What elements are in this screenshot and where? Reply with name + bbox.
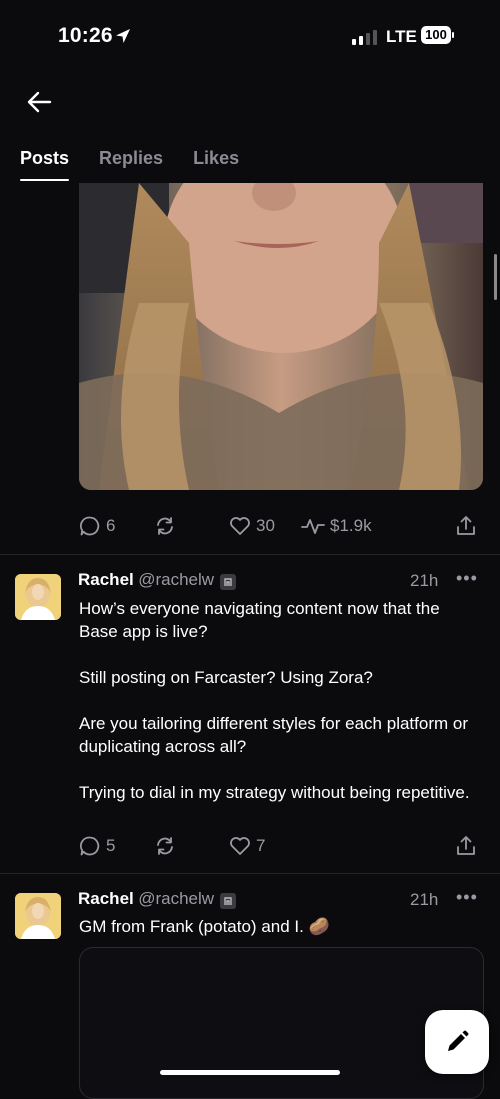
post-paragraph: Still posting on Farcaster? Using Zora? bbox=[79, 668, 373, 687]
post-header: Rachel @rachelw bbox=[78, 570, 237, 590]
arrow-left-icon[interactable] bbox=[26, 90, 52, 114]
post-paragraph: How’s everyone navigating content now th… bbox=[79, 599, 440, 641]
avatar[interactable] bbox=[15, 893, 61, 939]
post-body: How’s everyone navigating content now th… bbox=[79, 597, 479, 804]
post-paragraph: Trying to dial in my strategy without be… bbox=[79, 783, 470, 802]
recast-button[interactable] bbox=[154, 835, 176, 857]
comment-icon bbox=[79, 836, 100, 856]
battery-icon: 100 bbox=[421, 26, 451, 44]
heart-icon bbox=[230, 837, 250, 855]
post-time: 21h bbox=[410, 890, 439, 909]
more-icon[interactable]: ••• bbox=[456, 887, 478, 908]
signal-icon bbox=[352, 30, 377, 45]
compose-button[interactable] bbox=[425, 1010, 489, 1074]
pencil-icon bbox=[448, 1030, 469, 1051]
comment-button[interactable]: 6 bbox=[79, 515, 115, 537]
author-name[interactable]: Rachel bbox=[78, 570, 134, 589]
like-button[interactable]: 30 bbox=[229, 516, 275, 536]
earnings-amount: $1.9k bbox=[330, 516, 372, 535]
author-name[interactable]: Rachel bbox=[78, 889, 134, 908]
battery-tip bbox=[452, 32, 454, 38]
divider bbox=[0, 554, 500, 555]
divider bbox=[0, 873, 500, 874]
comment-count: 5 bbox=[106, 836, 116, 855]
share-button[interactable] bbox=[455, 835, 477, 857]
avatar[interactable] bbox=[15, 574, 61, 620]
network-label: LTE bbox=[386, 27, 417, 46]
post-actions: 5 7 bbox=[0, 833, 500, 859]
share-icon bbox=[457, 516, 475, 535]
recast-button[interactable] bbox=[154, 515, 176, 537]
post-header: Rachel @rachelw bbox=[78, 889, 237, 909]
pulse-icon bbox=[301, 519, 325, 534]
author-handle[interactable]: @rachelw bbox=[138, 889, 214, 908]
recast-icon bbox=[157, 837, 173, 855]
location-arrow-icon bbox=[116, 29, 130, 43]
like-count: 30 bbox=[256, 516, 275, 535]
comment-button[interactable]: 5 bbox=[79, 835, 115, 857]
post-paragraph: Are you tailoring different styles for e… bbox=[79, 714, 468, 756]
tab-likes[interactable]: Likes bbox=[193, 148, 239, 181]
profile-tabs: Posts Replies Likes bbox=[20, 148, 239, 181]
post-body: GM from Frank (potato) and I. 🥔 bbox=[79, 917, 330, 936]
share-icon bbox=[457, 836, 475, 855]
recast-icon bbox=[157, 517, 173, 535]
tab-replies[interactable]: Replies bbox=[99, 148, 163, 181]
power-badge-icon bbox=[220, 893, 237, 909]
like-button[interactable]: 7 bbox=[229, 836, 265, 856]
more-icon[interactable]: ••• bbox=[456, 568, 478, 589]
author-handle[interactable]: @rachelw bbox=[138, 570, 214, 589]
earnings-button[interactable]: $1.9k bbox=[301, 516, 372, 536]
like-count: 7 bbox=[256, 836, 266, 855]
scrollbar[interactable] bbox=[494, 254, 497, 300]
power-badge-icon bbox=[220, 574, 237, 590]
comment-icon bbox=[79, 516, 100, 536]
post-media-embed[interactable] bbox=[79, 947, 484, 1099]
status-time: 10:26 bbox=[58, 24, 113, 47]
post-photo[interactable] bbox=[79, 183, 483, 490]
post-time: 21h bbox=[410, 571, 439, 590]
comment-count: 6 bbox=[106, 516, 116, 535]
tab-posts[interactable]: Posts bbox=[20, 148, 70, 181]
heart-icon bbox=[230, 517, 250, 535]
share-button[interactable] bbox=[455, 515, 477, 537]
home-indicator[interactable] bbox=[160, 1070, 340, 1075]
post-actions: 6 30 $1.9k bbox=[0, 513, 500, 539]
